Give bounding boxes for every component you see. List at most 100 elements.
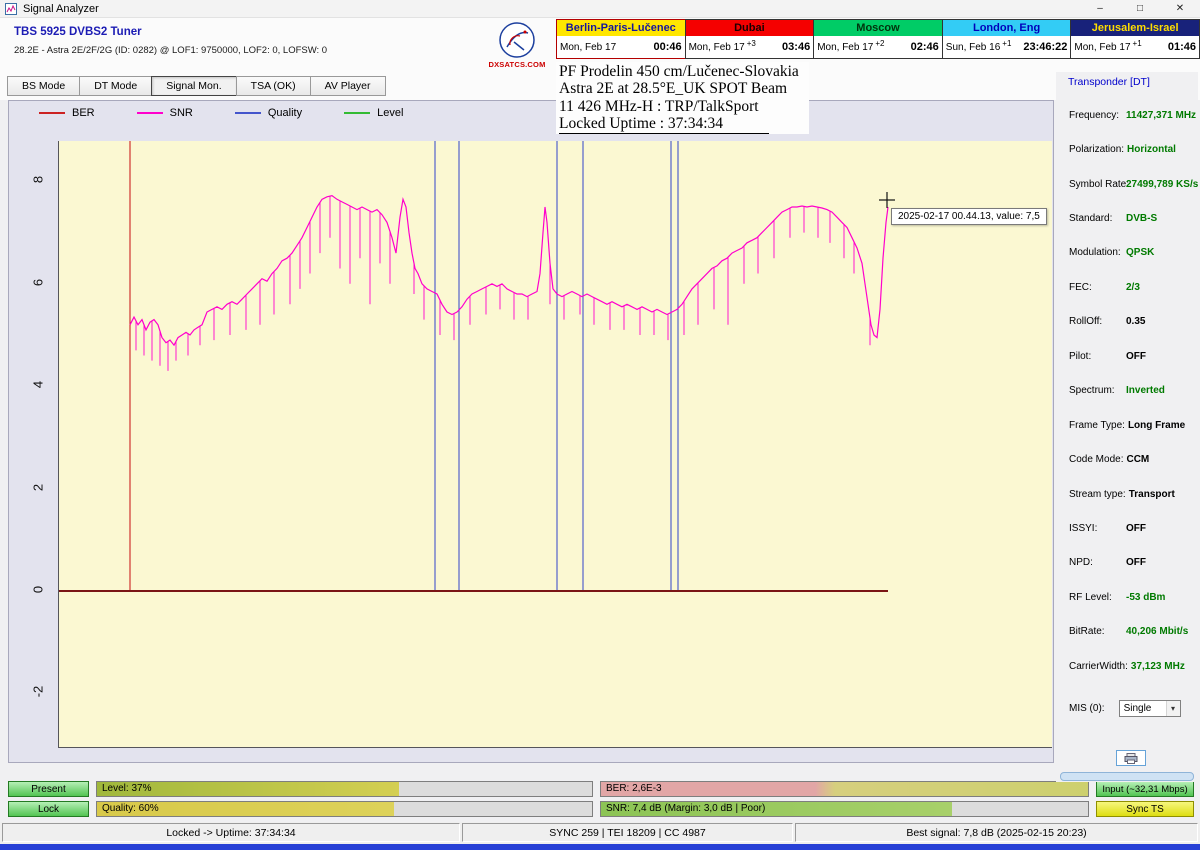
tab-dt-mode[interactable]: DT Mode [79,76,152,96]
snr-label: SNR: 7,4 dB (Margin: 3,0 dB | Poor) [606,802,765,816]
annotation-line: PF Prodelin 450 cm/Lučenec-Slovakia [559,63,799,80]
clock-city: Berlin-Paris-Lučenec [557,20,685,36]
transponder-row: Spectrum: Inverted [1056,374,1198,408]
snr-bar: SNR: 7,4 dB (Margin: 3,0 dB | Poor) [600,801,1089,817]
status-best-signal: Best signal: 7,8 dB (2025-02-15 20:23) [795,823,1198,842]
mis-label: MIS (0): [1069,703,1105,714]
clock-time: 02:46 [911,41,939,53]
clock-city: Moscow [814,20,942,36]
taskbar-strip [0,844,1200,850]
title-bar: Signal Analyzer – □ ✕ [0,0,1200,18]
transponder-row: Polarization: Horizontal [1056,132,1198,166]
transponder-row: FEC: 2/3 [1056,270,1198,304]
logo-text: DXSATCS.COM [478,60,556,69]
legend-item-quality: Quality [235,107,302,119]
chart-tooltip: 2025-02-17 00.44.13, value: 7,5 [891,208,1047,225]
clock-date: Mon, Feb 17 [689,42,745,53]
transponder-rows: Frequency: 11427,371 MHz Polarization: H… [1056,98,1198,683]
clock-3: London, Eng Sun, Feb 16 +1 23:46:22 [942,19,1072,59]
clock-0: Berlin-Paris-Lučenec Mon, Feb 17 00:46 [556,19,686,59]
clock-time: 03:46 [782,41,810,53]
transponder-row: RollOff: 0.35 [1056,305,1198,339]
transponder-row: Frame Type: Long Frame [1056,408,1198,442]
transponder-row: Code Mode: CCM [1056,442,1198,476]
clock-time: 01:46 [1168,41,1196,53]
present-indicator: Present [8,781,89,797]
clock-1: Dubai Mon, Feb 17 +3 03:46 [685,19,815,59]
clock-utc-offset: +1 [1002,39,1011,48]
transponder-row: CarrierWidth: 37,123 MHz [1056,649,1198,683]
close-icon[interactable]: ✕ [1160,0,1200,18]
plot-area[interactable] [58,141,1052,748]
transponder-row: BitRate: 40,206 Mbit/s [1056,615,1198,649]
minimize-icon[interactable]: – [1080,0,1120,18]
legend-item-snr: SNR [137,107,193,119]
transponder-row: Symbol Rate: 27499,789 KS/s [1056,167,1198,201]
y-tick-label: 2 [31,478,46,496]
mis-row: MIS (0): Single ▾ [1069,700,1181,717]
maximize-icon[interactable]: □ [1120,0,1160,18]
clock-city: Dubai [686,20,814,36]
transponder-row: Standard: DVB-S [1056,201,1198,235]
ber-bar-fill [601,782,1088,796]
tab-av-player[interactable]: AV Player [310,76,386,96]
annotation-line: Locked Uptime : 37:34:34 [559,115,769,133]
level-label: Level: 37% [102,782,151,796]
transponder-row: Modulation: QPSK [1056,236,1198,270]
transponder-row: Frequency: 11427,371 MHz [1056,98,1198,132]
transponder-row: RF Level: -53 dBm [1056,580,1198,614]
transponder-row: ISSYI: OFF [1056,511,1198,545]
clock-date: Mon, Feb 17 [817,42,873,53]
sync-ts-indicator: Sync TS [1096,801,1194,817]
chart-panel: BER SNR Quality Level 86420-2 [8,100,1054,763]
window-title: Signal Analyzer [23,3,99,15]
tuner-subtitle: 28.2E - Astra 2E/2F/2G (ID: 0282) @ LOF1… [14,45,327,56]
tab-tsa-ok-[interactable]: TSA (OK) [236,76,311,96]
clock-2: Moscow Mon, Feb 17 +2 02:46 [813,19,943,59]
status-bar: Locked -> Uptime: 37:34:34 SYNC 259 | TE… [0,822,1200,844]
clock-date: Mon, Feb 17 [560,42,616,53]
legend-swatch [235,112,261,114]
transponder-row: NPD: OFF [1056,546,1198,580]
clock-4: Jerusalem-Israel Mon, Feb 17 +1 01:46 [1070,19,1200,59]
clock-date: Sun, Feb 16 [946,42,1000,53]
legend-swatch [344,112,370,114]
chart-annotation: PF Prodelin 450 cm/Lučenec-SlovakiaAstra… [556,62,809,134]
chart-legend: BER SNR Quality Level [39,107,403,119]
snr-trace [130,196,888,346]
panel-scrollbar[interactable] [1060,772,1194,781]
clock-utc-offset: +1 [1133,39,1142,48]
y-tick-label: 0 [31,581,46,599]
transponder-title: Transponder [DT] [1068,76,1150,88]
printer-icon [1124,753,1138,764]
mis-value: Single [1124,703,1152,714]
y-tick-label: -2 [31,683,46,701]
y-tick-label: 6 [31,273,46,291]
chevron-down-icon[interactable]: ▾ [1166,701,1180,716]
clock-time: 00:46 [653,41,681,53]
ber-bar: BER: 2,6E-3 [600,781,1089,797]
print-button[interactable] [1116,750,1146,766]
clock-date: Mon, Feb 17 [1074,42,1130,53]
clock-time: 23:46:22 [1023,41,1067,53]
clock-utc-offset: +3 [747,39,756,48]
legend-swatch [137,112,163,114]
clock-utc-offset: +2 [875,39,884,48]
mis-select[interactable]: Single ▾ [1119,700,1181,717]
clock-city: Jerusalem-Israel [1071,20,1199,36]
status-uptime: Locked -> Uptime: 37:34:34 [2,823,460,842]
world-clocks: Berlin-Paris-Lučenec Mon, Feb 17 00:46 D… [556,19,1200,59]
tuner-title: TBS 5925 DVBS2 Tuner [14,26,142,38]
tab-bs-mode[interactable]: BS Mode [7,76,80,96]
tab-signal-mon-[interactable]: Signal Mon. [151,76,236,96]
dxsatcs-logo-icon [494,20,540,60]
clock-city: London, Eng [943,20,1071,36]
legend-item-ber: BER [39,107,95,119]
transponder-row: Stream type: Transport [1056,477,1198,511]
mode-tabs: BS ModeDT ModeSignal Mon.TSA (OK)AV Play… [8,76,386,96]
input-indicator: Input (~32,31 Mbps) [1096,781,1194,797]
plot-svg [59,141,1053,748]
annotation-line: Astra 2E at 28.5°E_UK SPOT Beam [559,80,799,97]
app-icon [5,3,17,15]
transponder-row: Pilot: OFF [1056,339,1198,373]
